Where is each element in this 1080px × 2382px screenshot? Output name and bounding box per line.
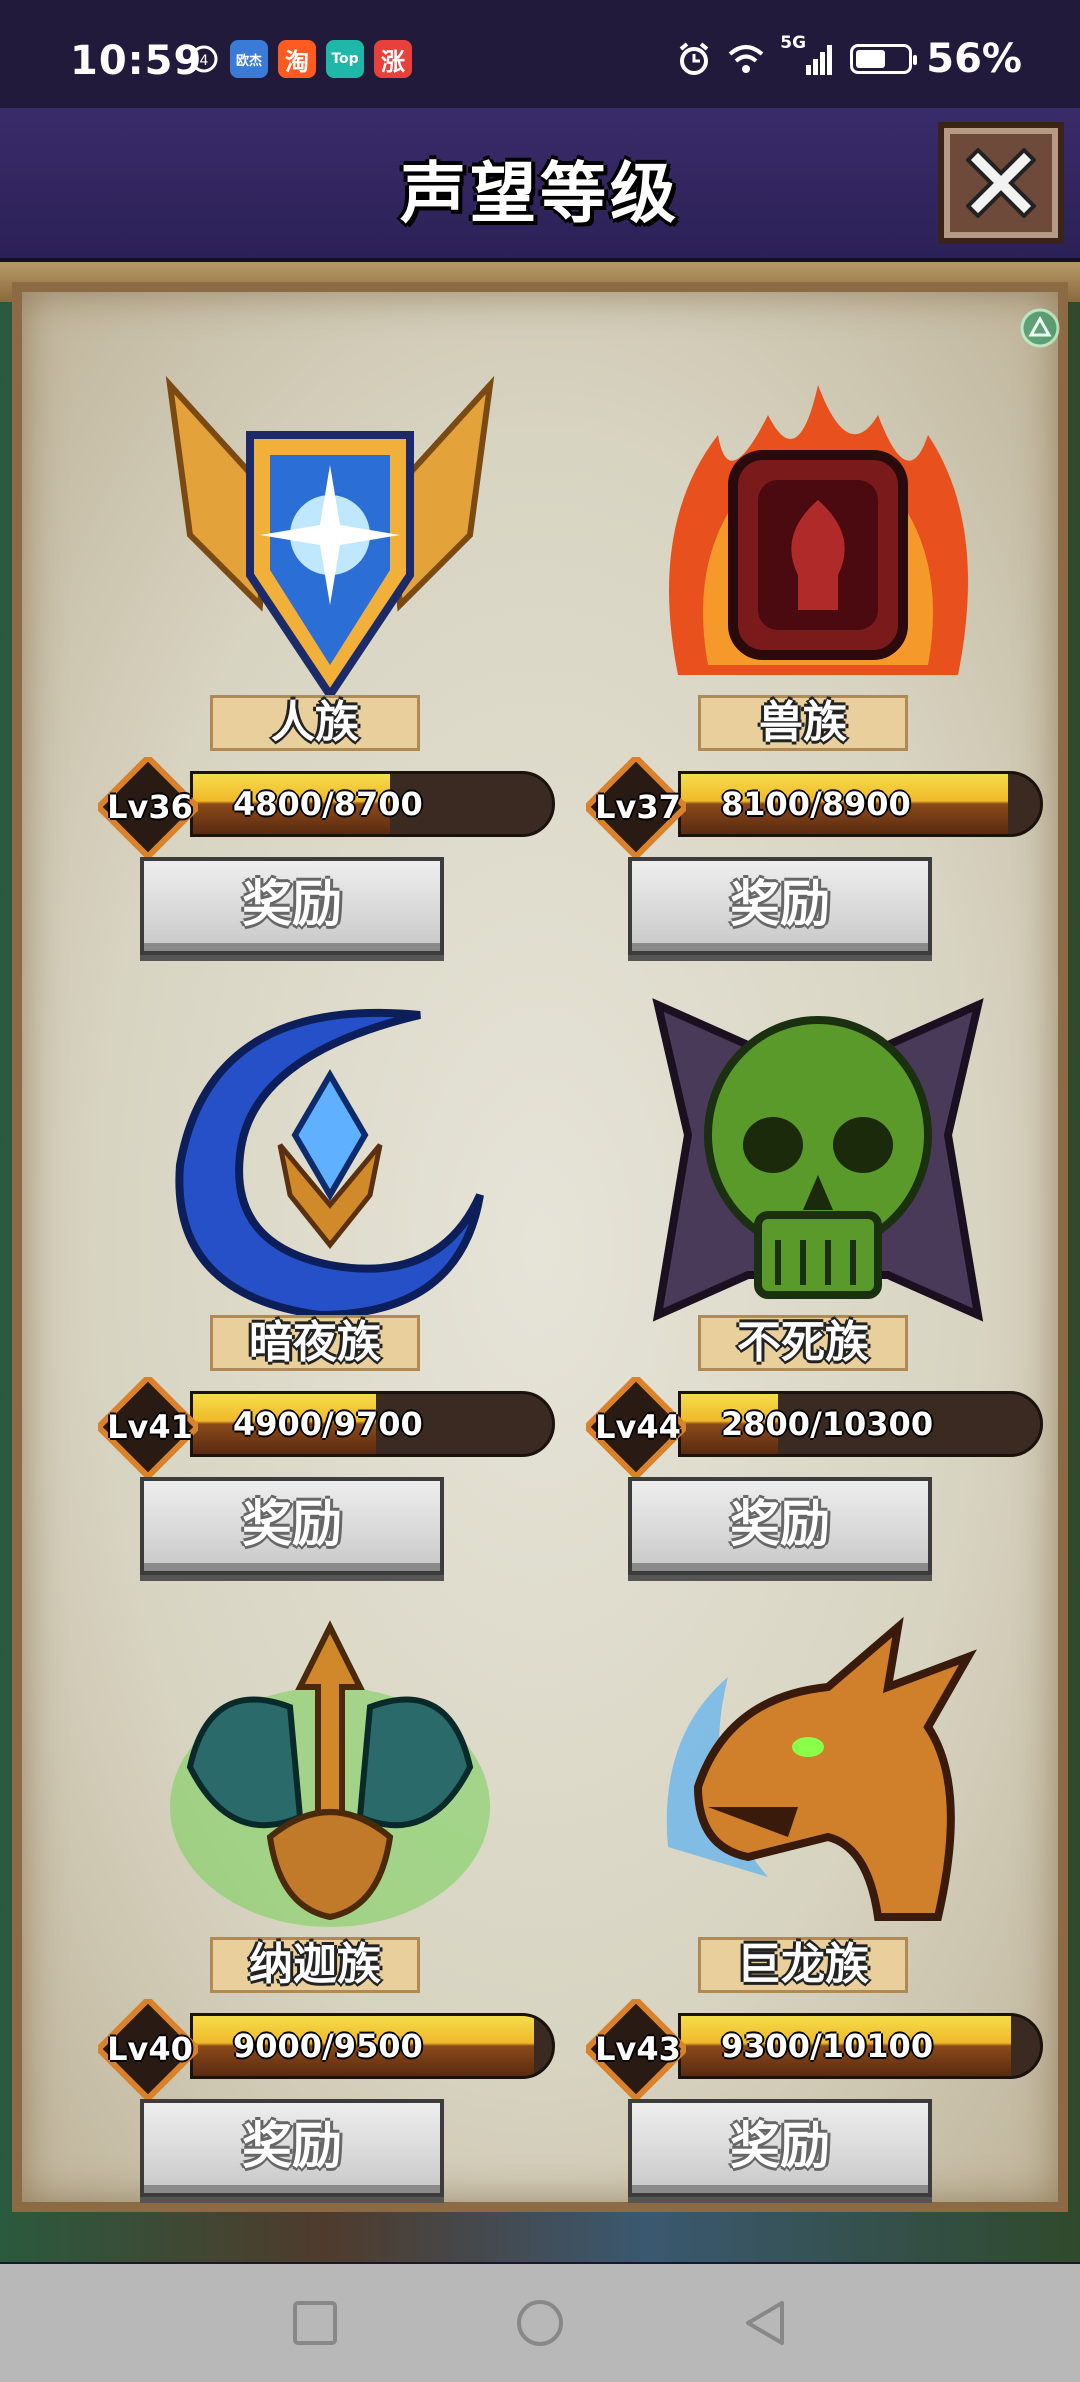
faction-name: 巨龙族	[698, 1937, 908, 1993]
title-bar: 声望等级	[0, 108, 1080, 262]
notification-icons: 4 欧杰 淘 Top 涨	[188, 40, 412, 78]
level-label: Lv40	[107, 2030, 193, 2068]
level-label: Lv37	[595, 788, 681, 826]
zhang-app-icon: 涨	[374, 40, 412, 78]
reward-button[interactable]: 奖励	[628, 2099, 932, 2197]
system-nav-bar	[0, 2264, 1080, 2382]
progress-text: 4900/9700	[233, 1405, 423, 1443]
battery-icon	[850, 44, 918, 74]
faction-name: 暗夜族	[210, 1315, 420, 1371]
reward-button[interactable]: 奖励	[628, 1477, 932, 1575]
reputation-progress-bar: 4900/9700	[190, 1391, 555, 1457]
progress-text: 9000/9500	[233, 2027, 423, 2065]
faction-name: 不死族	[698, 1315, 908, 1371]
status-bar: 10:59 4 欧杰 淘 Top 涨 5G 56%	[0, 0, 1080, 108]
top-app-icon: Top	[326, 40, 364, 78]
faction-name: 人族	[210, 695, 420, 751]
close-button[interactable]	[938, 122, 1064, 244]
reputation-progress-bar: 9000/9500	[190, 2013, 555, 2079]
assistive-touch-icon[interactable]	[1018, 306, 1062, 350]
faction-card-dragon: 巨龙族 9300/10100 Lv43 奖励	[578, 1617, 1058, 2217]
level-label: Lv36	[107, 788, 193, 826]
reputation-progress-bar: 4800/8700	[190, 771, 555, 837]
system-indicators: 5G 56%	[676, 33, 1022, 82]
battery-percent: 56%	[926, 36, 1022, 82]
reputation-progress-bar: 9300/10100	[678, 2013, 1043, 2079]
wifi-icon	[728, 45, 764, 73]
reputation-progress-bar: 8100/8900	[678, 771, 1043, 837]
dragon-head-icon	[666, 1617, 977, 1921]
reputation-progress-bar: 2800/10300	[678, 1391, 1043, 1457]
faction-card-naga: 纳迦族 9000/9500 Lv40 奖励	[90, 1617, 570, 2217]
faction-card-undead: 不死族 2800/10300 Lv44 奖励	[578, 995, 1058, 1595]
back-icon[interactable]	[740, 2298, 790, 2348]
recent-apps-icon[interactable]	[290, 2298, 340, 2348]
sync-icon: 4	[190, 45, 218, 73]
progress-text: 4800/8700	[233, 785, 423, 823]
reward-button[interactable]: 奖励	[140, 2099, 444, 2197]
reward-button[interactable]: 奖励	[140, 857, 444, 955]
crescent-moon-icon	[175, 1008, 484, 1320]
flame-horde-icon	[669, 385, 968, 675]
alarm-icon	[679, 42, 709, 75]
close-icon	[966, 148, 1036, 218]
level-label: Lv41	[107, 1408, 193, 1446]
taobao-icon: 淘	[278, 40, 316, 78]
page-title: 声望等级	[400, 155, 680, 232]
skull-icon	[652, 998, 984, 1322]
level-label: Lv43	[595, 2030, 681, 2068]
home-icon[interactable]	[515, 2298, 565, 2348]
progress-text: 2800/10300	[721, 1405, 934, 1443]
progress-text: 9300/10100	[721, 2027, 934, 2065]
reward-button[interactable]: 奖励	[140, 1477, 444, 1575]
clock: 10:59	[70, 38, 203, 84]
faction-card-human: 人族 4800/8700 Lv36 奖励	[90, 375, 570, 975]
faction-name: 兽族	[698, 695, 908, 751]
faction-card-orc: 兽族 8100/8900 Lv37 奖励	[578, 375, 1058, 975]
cellular-signal-icon: 5G	[780, 33, 836, 79]
trident-icon	[170, 1620, 490, 1927]
notification-app-icon: 欧杰	[230, 40, 268, 78]
faction-card-night-elf: 暗夜族 4900/9700 Lv41 奖励	[90, 995, 570, 1595]
reward-button[interactable]: 奖励	[628, 857, 932, 955]
progress-text: 8100/8900	[721, 785, 911, 823]
winged-shield-icon	[165, 375, 495, 703]
level-label: Lv44	[595, 1408, 681, 1446]
faction-name: 纳迦族	[210, 1937, 420, 1993]
svg-text:4: 4	[200, 53, 209, 69]
